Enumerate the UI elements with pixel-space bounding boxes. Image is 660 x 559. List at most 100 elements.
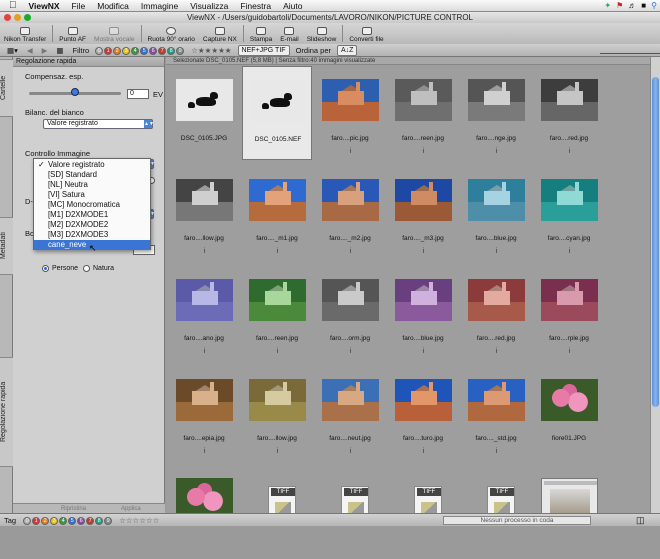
info-icon[interactable]: i [493,448,500,455]
tag-label-dot[interactable]: 5 [68,517,77,525]
grid-scrollbar[interactable] [650,57,660,513]
volume-icon[interactable]: ♬ [628,0,636,12]
exposure-slider[interactable] [29,88,121,96]
tag-rating-stars[interactable]: ☆☆☆☆☆☆ [116,515,162,526]
menu-aiuto[interactable]: Aiuto [277,0,308,12]
thumbnail-item[interactable]: faro....ano.jpg i [169,266,239,360]
info-icon[interactable]: i [274,348,281,355]
dropdown-option[interactable]: [SD] Standard [34,170,150,180]
tag-label-dot[interactable]: 8 [95,517,104,525]
exposure-input[interactable]: 0 [127,89,149,99]
thumbnail-size-slider[interactable] [600,47,660,54]
info-icon[interactable]: i [420,448,427,455]
info-icon[interactable]: i [493,148,500,155]
info-icon[interactable]: i [347,248,354,255]
spotlight-icon[interactable]: ⚲ [651,0,657,12]
info-icon[interactable]: i [566,248,573,255]
dropdown-option[interactable]: [NL] Neutra [34,180,150,190]
thumbnail-item[interactable]: TIFF [461,465,531,559]
info-icon[interactable]: i [201,348,208,355]
menu-modifica[interactable]: Modifica [91,0,135,12]
zoom-window-icon[interactable] [24,14,31,21]
dropdown-option[interactable]: [M2] D2XMODE2 [34,220,150,230]
af-point-button[interactable]: Punto AF [55,23,90,44]
tag-label-dot[interactable]: 2 [41,517,50,525]
info-icon[interactable]: i [347,448,354,455]
info-icon[interactable]: i [347,348,354,355]
thumbnail-item[interactable]: faro....neut.jpg i [315,366,385,460]
thumbnail-item[interactable]: faro...._m2.jpg i [315,166,385,260]
tag-label-dot[interactable]: 7 [86,517,95,525]
nikon-transfer-button[interactable]: Nikon Transfer [0,23,50,44]
capture-nx-button[interactable]: Capture NX [199,23,241,44]
thumbnail-item[interactable]: faro....red.jpg i [461,266,531,360]
menu-file[interactable]: File [66,0,92,12]
forward-arrow-icon[interactable]: ▶ [39,45,51,56]
tag-label-dot[interactable]: 0 [23,517,32,525]
tag-label-dot[interactable]: 4 [59,517,68,525]
tag-label-dot[interactable]: 1 [32,517,41,525]
close-window-icon[interactable] [4,14,11,21]
trash-icon[interactable]: ◫ [636,515,645,526]
thumbnail-item[interactable]: faro...._m3.jpg i [388,166,458,260]
tab-cartelle[interactable]: Cartelle [0,59,13,117]
app-menu[interactable]: ViewNX [23,0,66,12]
thumbnail-item[interactable]: fiore01.JPG [534,366,604,460]
back-arrow-icon[interactable]: ◀ [24,45,36,56]
info-icon[interactable]: i [420,248,427,255]
minimize-window-icon[interactable] [14,14,21,21]
tag-label-dot[interactable]: 3 [50,517,59,525]
thumbnail-item[interactable]: TIFF [242,465,312,559]
thumbnail-item[interactable]: faro....red.jpg i [534,66,604,160]
filter-label-dot[interactable]: 6 [149,47,158,55]
thumbnail-item[interactable]: faro....cyan.jpg i [534,166,604,260]
thumbnail-item[interactable]: faro....reen.jpg i [242,266,312,360]
thumbnail-item[interactable]: faro....reen.jpg i [388,66,458,160]
thumbnail-item[interactable]: faro....blue.jpg i [461,166,531,260]
filter-toggle-icon[interactable]: ▦ [53,45,66,56]
exposure-slider-thumb[interactable] [71,88,79,96]
info-icon[interactable]: i [420,348,427,355]
radio-persone[interactable] [42,265,49,272]
filter-label-dot[interactable]: 3 [122,47,131,55]
scrollbar-thumb[interactable] [652,77,659,407]
dropdown-option[interactable]: [M3] D2XMODE3 [34,230,150,240]
thumbnail-item[interactable]: faro....llow.jpg i [169,166,239,260]
radio-natura[interactable] [83,265,90,272]
tab-metadati[interactable]: Metadati [0,217,13,275]
thumbnail-item[interactable]: DSC_0105.JPG [169,66,239,160]
info-icon[interactable]: i [201,248,208,255]
info-icon[interactable]: i [493,248,500,255]
dropdown-option[interactable]: [M1] D2XMODE1 [34,210,150,220]
thumbnail-item[interactable]: faro....rple.jpg i [534,266,604,360]
thumbnail-item[interactable]: faro....llow.jpg i [242,366,312,460]
slideshow-button[interactable]: Slideshow [303,23,341,44]
print-button[interactable]: Stampa [246,23,276,44]
tag-label-dot[interactable]: 9 [104,517,113,525]
tab-regolazione-rapida[interactable]: Regolazione rapida [0,357,13,467]
dropdown-option[interactable]: [MC] Monocromatica [34,200,150,210]
info-icon[interactable]: i [274,248,281,255]
thumbnail-item[interactable]: faro....blue.jpg i [388,266,458,360]
info-icon[interactable]: i [201,448,208,455]
thumbnail-item[interactable]: faro...._std.jpg i [461,366,531,460]
thumbnail-item[interactable]: TIFF [388,465,458,559]
voice-memo-button[interactable]: Mostra vocale [90,23,138,44]
convert-file-button[interactable]: Converti file [345,23,387,44]
thumbnail-item[interactable]: faro...._m1.jpg i [242,166,312,260]
filter-label-dot[interactable]: 9 [176,47,185,55]
thumbnail-item[interactable]: TIFF [315,465,385,559]
thumbnail-item[interactable]: faro....pic.jpg i [315,66,385,160]
thumbnail-item[interactable] [169,465,239,559]
menu-visualizza[interactable]: Visualizza [184,0,234,12]
filter-label-dot[interactable]: 1 [104,47,113,55]
rating-stars[interactable]: ☆★★★★★ [188,45,234,56]
tag-label-dot[interactable]: 6 [77,517,86,525]
thumbnail-item[interactable]: DSC_0105.NEF [242,66,312,160]
apple-menu-icon[interactable]:  [0,0,23,12]
dropdown-option[interactable]: Valore registrato [34,160,150,170]
flag-icon[interactable]: ⚑ [616,0,623,12]
layout-icon[interactable]: ▦▾ [4,45,21,56]
info-icon[interactable]: i [566,148,573,155]
menu-immagine[interactable]: Immagine [135,0,184,12]
